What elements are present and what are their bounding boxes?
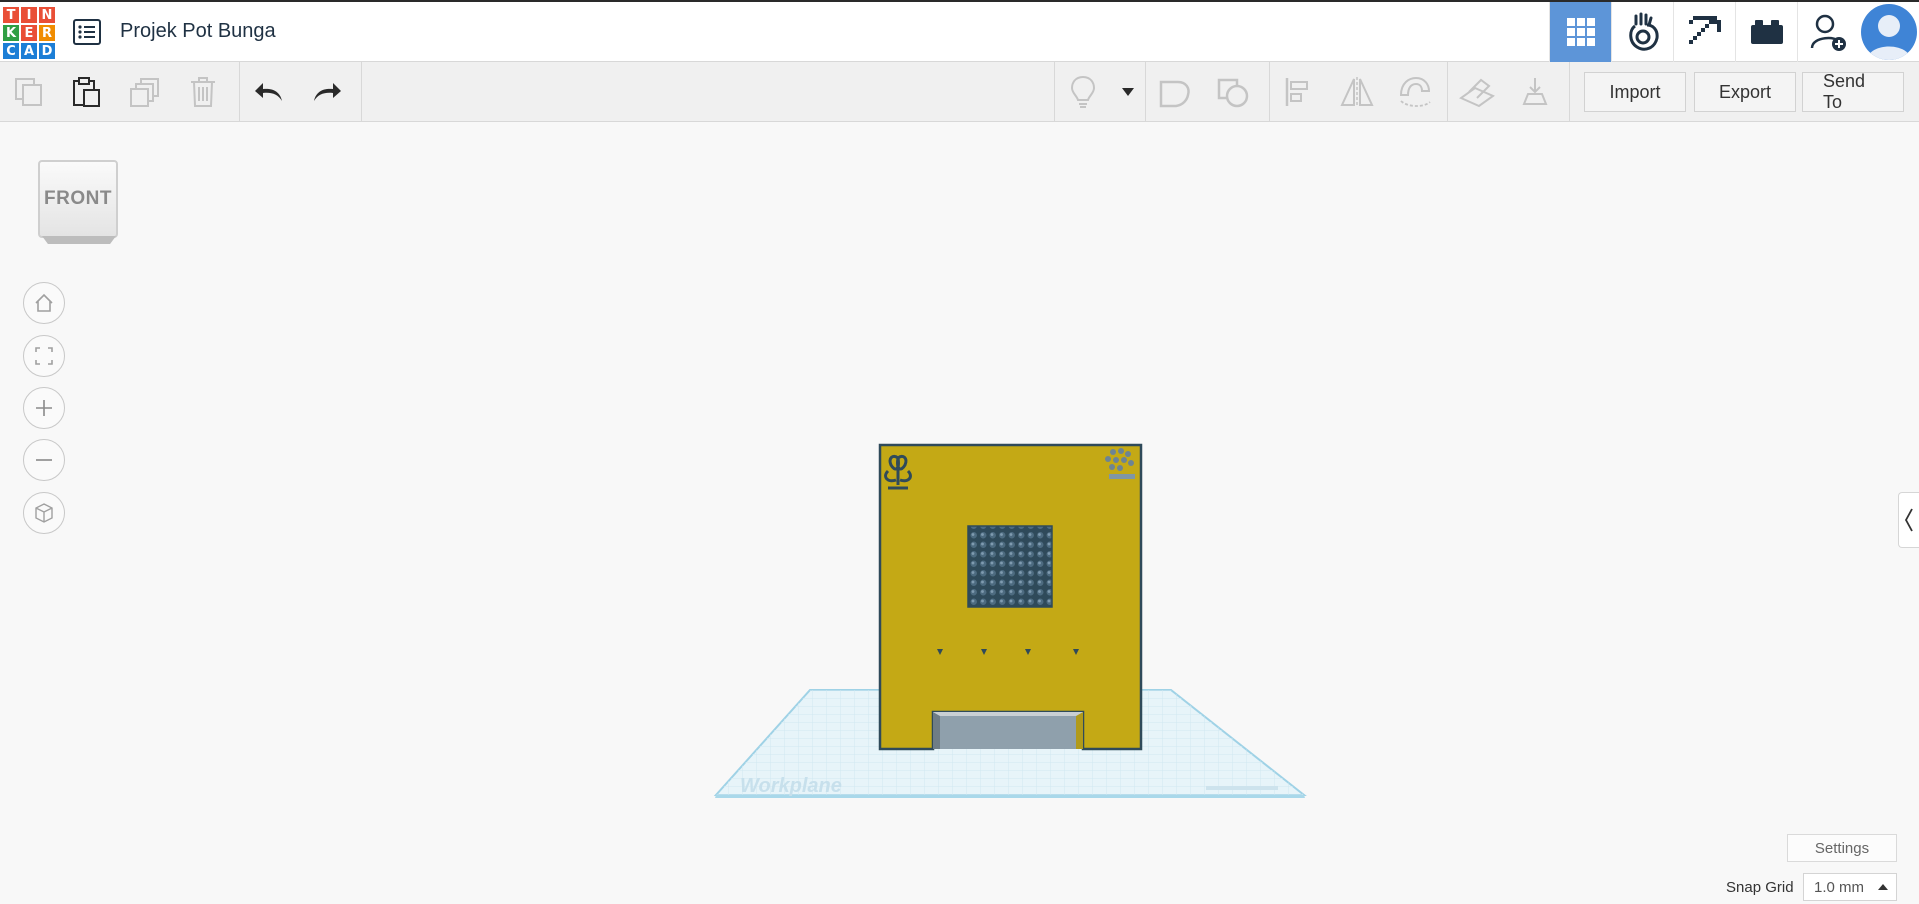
tinkercad-logo[interactable]: TINKERCAD bbox=[2, 6, 56, 60]
minecraft-pickaxe-icon bbox=[1688, 16, 1721, 44]
logo-letter: C bbox=[2, 42, 20, 60]
3d-viewport[interactable]: Workplane FRONT Settings Snap Grid 1.0 m… bbox=[0, 122, 1919, 904]
export-button[interactable]: Export bbox=[1694, 72, 1796, 112]
snap-grid-label: Snap Grid bbox=[1726, 879, 1794, 896]
duplicate-icon bbox=[130, 78, 159, 107]
edit-tools-group bbox=[0, 62, 240, 122]
chevron-left-icon bbox=[1904, 508, 1913, 532]
duplicate-button[interactable] bbox=[116, 62, 174, 122]
bricks-view-button[interactable] bbox=[1673, 2, 1735, 62]
notes-tools-group bbox=[1054, 62, 1146, 122]
notes-button[interactable] bbox=[1055, 62, 1112, 122]
caret-up-icon bbox=[1878, 884, 1888, 890]
workplane-tools-group bbox=[1448, 62, 1570, 122]
undo-icon bbox=[255, 83, 282, 101]
blocks-view-button[interactable] bbox=[1611, 2, 1673, 62]
redo-button[interactable] bbox=[298, 62, 356, 122]
workplane-button[interactable] bbox=[1448, 62, 1506, 122]
caret-down-icon bbox=[1122, 88, 1135, 96]
fit-all-icon bbox=[35, 347, 53, 365]
arrange-tools-group bbox=[1270, 62, 1448, 122]
3d-scene: Workplane bbox=[713, 443, 1307, 798]
logo-letter: A bbox=[20, 42, 38, 60]
zoom-in-button[interactable] bbox=[23, 387, 65, 429]
settings-button[interactable]: Settings bbox=[1787, 834, 1897, 862]
ungroup-button[interactable] bbox=[1204, 62, 1262, 122]
logo-letter: K bbox=[2, 24, 20, 42]
pot-model[interactable] bbox=[878, 443, 1143, 751]
viewcube[interactable]: FRONT bbox=[38, 160, 120, 246]
list-icon bbox=[73, 19, 101, 45]
3d-design-view-button[interactable] bbox=[1549, 2, 1611, 62]
snap-grid-value: 1.0 mm bbox=[1814, 878, 1865, 896]
workplane-brand-mark bbox=[1206, 786, 1278, 790]
perspective-toggle-button[interactable] bbox=[23, 492, 65, 534]
import-button[interactable]: Import bbox=[1584, 72, 1686, 112]
zoom-out-button[interactable] bbox=[23, 439, 65, 481]
redo-icon bbox=[314, 83, 341, 101]
group-button[interactable] bbox=[1146, 62, 1204, 122]
cube-outline-icon bbox=[35, 503, 53, 523]
notes-dropdown-button[interactable] bbox=[1112, 62, 1145, 122]
workplane-label: Workplane bbox=[740, 775, 842, 797]
lego-bricks-icon bbox=[1750, 20, 1783, 44]
logo-letter: N bbox=[38, 6, 56, 24]
logo-letter: R bbox=[38, 24, 56, 42]
avatar-icon bbox=[1861, 4, 1917, 60]
design-menu-button[interactable] bbox=[70, 15, 104, 49]
top-bar: TINKERCAD Projek Pot Bunga bbox=[0, 0, 1919, 62]
minus-icon bbox=[36, 459, 52, 461]
lightbulb-icon bbox=[1071, 75, 1096, 108]
main-toolbar: Import Export Send To bbox=[0, 62, 1919, 122]
snap-grid-select[interactable]: 1.0 mm bbox=[1803, 873, 1897, 901]
plus-icon bbox=[36, 400, 52, 416]
mirror-icon bbox=[1340, 77, 1374, 107]
align-button[interactable] bbox=[1270, 62, 1328, 122]
grid-3d-icon bbox=[1566, 18, 1595, 46]
group-shapes-icon bbox=[1159, 80, 1190, 108]
send-to-button[interactable]: Send To bbox=[1802, 71, 1904, 112]
undo-button[interactable] bbox=[240, 62, 298, 122]
copy-button[interactable] bbox=[0, 62, 58, 122]
invite-collaborator-button[interactable] bbox=[1797, 2, 1859, 62]
logo-letter: I bbox=[20, 6, 38, 24]
group-tools-group bbox=[1146, 62, 1270, 122]
delete-button[interactable] bbox=[174, 62, 232, 122]
clipboard-icon bbox=[73, 77, 100, 107]
logo-letter: T bbox=[2, 6, 20, 24]
viewcube-base bbox=[42, 236, 116, 244]
trash-icon bbox=[191, 77, 215, 107]
home-view-button[interactable] bbox=[23, 282, 65, 324]
cruise-button[interactable] bbox=[1386, 62, 1444, 122]
circuits-icon bbox=[1628, 12, 1659, 51]
ruler-button[interactable] bbox=[1506, 62, 1564, 122]
logo-letter: E bbox=[20, 24, 38, 42]
fit-view-button[interactable] bbox=[23, 335, 65, 377]
lego-view-button[interactable] bbox=[1735, 2, 1797, 62]
workplane-icon bbox=[1459, 78, 1495, 108]
logo-letter: D bbox=[38, 42, 56, 60]
home-icon bbox=[35, 293, 53, 312]
project-title[interactable]: Projek Pot Bunga bbox=[120, 20, 276, 43]
ungroup-shapes-icon bbox=[1217, 78, 1249, 108]
top-right-nav bbox=[1549, 2, 1919, 62]
add-user-icon bbox=[1810, 14, 1846, 51]
history-tools-group bbox=[240, 62, 362, 122]
copy-icon bbox=[15, 78, 42, 106]
drop-to-workplane-icon bbox=[1522, 78, 1548, 105]
viewcube-front-face[interactable]: FRONT bbox=[38, 160, 118, 238]
user-avatar[interactable] bbox=[1859, 2, 1919, 62]
align-icon bbox=[1285, 78, 1308, 106]
paste-button[interactable] bbox=[58, 62, 116, 122]
mirror-button[interactable] bbox=[1328, 62, 1386, 122]
magnet-icon bbox=[1399, 76, 1431, 107]
shapes-panel-toggle[interactable] bbox=[1898, 492, 1919, 548]
